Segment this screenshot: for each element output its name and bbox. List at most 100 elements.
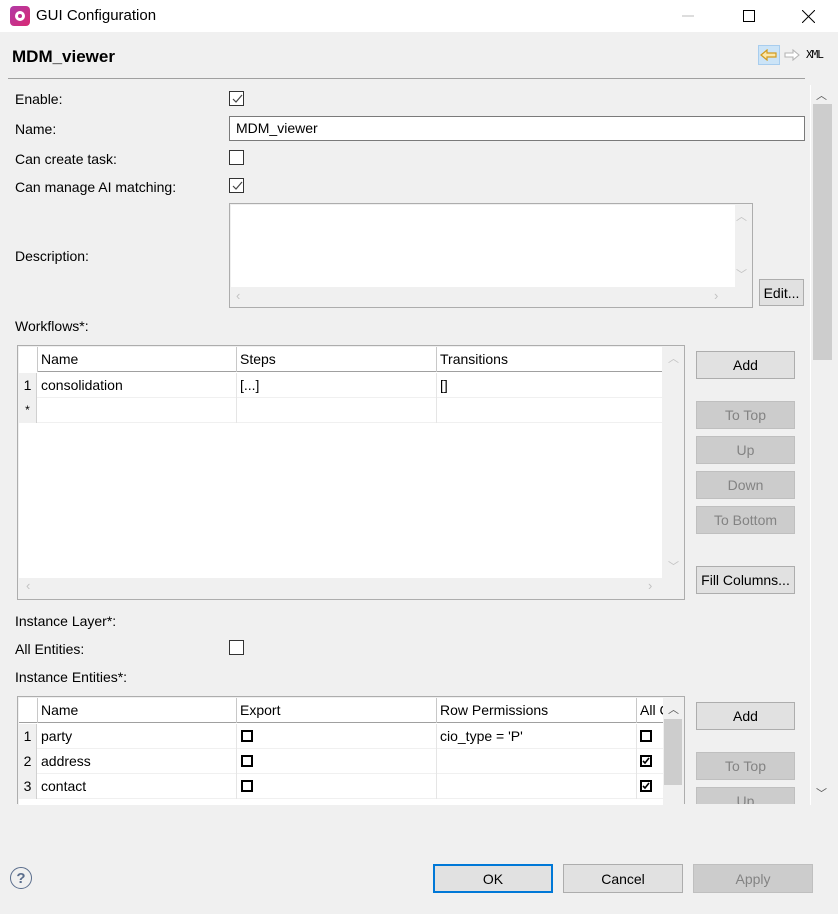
app-logo-icon — [10, 6, 30, 26]
workflows-to-bottom-button[interactable]: To Bottom — [696, 506, 795, 534]
entity-row-permissions-cell[interactable] — [437, 749, 637, 774]
all-columns-checkbox[interactable] — [640, 730, 652, 742]
scroll-right-icon[interactable]: › — [714, 288, 718, 303]
title-bar: GUI Configuration — [0, 0, 838, 32]
workflows-table: Name Steps Transitions 1 consolidation [… — [17, 345, 685, 600]
scroll-up-icon[interactable]: ︿ — [668, 701, 679, 717]
row-number: 1 — [19, 724, 37, 749]
workflow-steps-cell[interactable]: [...] — [237, 373, 437, 398]
workflows-down-button[interactable]: Down — [696, 471, 795, 499]
scroll-left-icon[interactable]: ‹ — [26, 578, 30, 593]
workflows-up-button[interactable]: Up — [696, 436, 795, 464]
export-checkbox[interactable] — [241, 730, 253, 742]
table-row[interactable]: 1 consolidation [...] [] — [19, 373, 662, 398]
row-number: 1 — [19, 373, 37, 398]
entities-add-button[interactable]: Add — [696, 702, 795, 730]
entity-row-permissions-cell[interactable] — [437, 774, 637, 799]
workflows-to-top-button[interactable]: To Top — [696, 401, 795, 429]
scroll-right-icon[interactable]: › — [648, 578, 652, 593]
all-entities-checkbox[interactable] — [229, 640, 244, 655]
close-icon[interactable] — [785, 0, 831, 32]
xml-view-link[interactable]: XML — [806, 48, 824, 61]
arrow-right-icon[interactable] — [783, 45, 801, 65]
fill-columns-button[interactable]: Fill Columns... — [696, 566, 795, 594]
scrollbar-divider — [810, 85, 811, 805]
entity-export-cell[interactable] — [237, 774, 437, 799]
new-row[interactable]: * — [19, 398, 662, 423]
name-input[interactable]: MDM_viewer — [229, 116, 805, 141]
all-entities-label: All Entities: — [15, 641, 85, 657]
row-number: 2 — [19, 749, 37, 774]
entity-name-cell[interactable]: party — [38, 724, 237, 749]
instance-entities-label: Instance Entities*: — [15, 669, 128, 685]
table-header: Name Steps Transitions — [19, 347, 662, 372]
export-checkbox[interactable] — [241, 780, 253, 792]
workflows-add-button[interactable]: Add — [696, 351, 795, 379]
entity-all-columns-cell[interactable] — [637, 749, 663, 774]
workflow-transitions-cell[interactable]: [] — [437, 373, 662, 398]
help-icon[interactable]: ? — [10, 867, 32, 889]
scrollbar-thumb[interactable] — [813, 104, 832, 360]
new-row-marker: * — [19, 398, 37, 423]
column-header-export[interactable]: Export — [237, 698, 437, 723]
description-label: Description: — [15, 248, 89, 264]
new-row-steps-cell[interactable] — [237, 398, 437, 423]
table-header: Name Export Row Permissions All C — [19, 698, 663, 723]
entity-export-cell[interactable] — [237, 749, 437, 774]
workflow-name-cell[interactable]: consolidation — [38, 373, 237, 398]
column-header-steps[interactable]: Steps — [237, 347, 437, 372]
workflows-label: Workflows*: — [15, 318, 89, 334]
all-columns-checkbox[interactable] — [640, 780, 652, 792]
entity-all-columns-cell[interactable] — [637, 774, 663, 799]
new-row-transitions-cell[interactable] — [437, 398, 662, 423]
arrow-left-icon[interactable] — [758, 45, 780, 65]
table-row[interactable]: 3 contact — [19, 774, 663, 799]
column-header-all-columns[interactable]: All C — [637, 698, 663, 723]
new-row-name-cell[interactable] — [38, 398, 237, 423]
scroll-down-icon[interactable]: ﹀ — [736, 266, 747, 282]
export-checkbox[interactable] — [241, 755, 253, 767]
apply-button[interactable]: Apply — [693, 864, 813, 893]
table-row[interactable]: 1 party cio_type = 'P' — [19, 724, 663, 749]
column-header-name[interactable]: Name — [38, 347, 237, 372]
entity-name-cell[interactable]: contact — [38, 774, 237, 799]
entity-name-cell[interactable]: address — [38, 749, 237, 774]
main-scrollbar[interactable]: ︿ ﹀ — [812, 85, 832, 805]
edit-description-button[interactable]: Edit... — [759, 279, 804, 306]
can-create-task-label: Can create task: — [15, 151, 117, 167]
scroll-up-icon[interactable]: ︿ — [736, 208, 747, 224]
entities-up-button[interactable]: Up — [696, 787, 795, 804]
row-number: 3 — [19, 774, 37, 799]
scroll-up-icon[interactable]: ︿ — [816, 87, 827, 103]
scroll-up-icon[interactable]: ︿ — [668, 350, 679, 366]
entity-export-cell[interactable] — [237, 724, 437, 749]
column-header-row-permissions[interactable]: Row Permissions — [437, 698, 637, 723]
entity-row-permissions-cell[interactable]: cio_type = 'P' — [437, 724, 637, 749]
can-create-task-checkbox[interactable] — [229, 150, 244, 165]
name-label: Name: — [15, 121, 57, 137]
all-columns-checkbox[interactable] — [640, 755, 652, 767]
cancel-button[interactable]: Cancel — [563, 864, 683, 893]
entities-to-top-button[interactable]: To Top — [696, 752, 795, 780]
ok-button[interactable]: OK — [433, 864, 553, 893]
can-manage-ai-label: Can manage AI matching: — [15, 179, 177, 195]
description-textarea[interactable]: ︿ ﹀ ‹ › — [229, 203, 753, 308]
page-title: MDM_viewer — [12, 47, 115, 66]
entity-all-columns-cell[interactable] — [637, 724, 663, 749]
description-text-area[interactable] — [231, 205, 735, 287]
window-title: GUI Configuration — [36, 7, 157, 24]
can-manage-ai-checkbox[interactable] — [229, 178, 244, 193]
maximize-icon[interactable] — [726, 0, 772, 32]
instance-entities-table: Name Export Row Permissions All C 1 part… — [17, 696, 685, 805]
scroll-left-icon[interactable]: ‹ — [236, 288, 240, 303]
table-scrollbar-thumb[interactable] — [664, 719, 682, 785]
table-row[interactable]: 2 address — [19, 749, 663, 774]
column-header-name[interactable]: Name — [38, 698, 237, 723]
header-divider — [8, 78, 805, 79]
column-header-transitions[interactable]: Transitions — [437, 347, 662, 372]
page-header: MDM_viewer XML — [0, 32, 838, 78]
scroll-down-icon[interactable]: ﹀ — [668, 558, 679, 574]
enable-checkbox[interactable] — [229, 91, 244, 106]
minimize-icon[interactable] — [665, 0, 711, 32]
scroll-down-icon[interactable]: ﹀ — [816, 785, 827, 801]
